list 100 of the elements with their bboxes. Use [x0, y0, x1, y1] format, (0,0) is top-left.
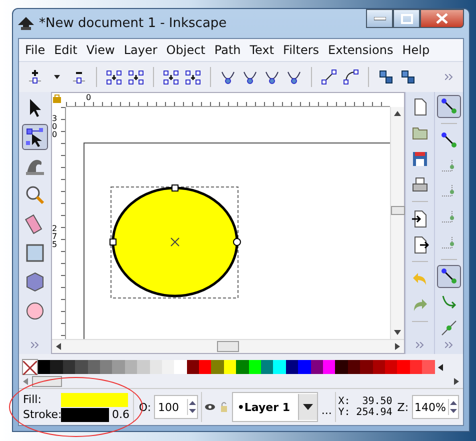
menu-item[interactable]: Object	[166, 43, 206, 57]
color-swatch[interactable]	[50, 360, 63, 374]
scroll-left-icon[interactable]	[56, 343, 61, 350]
color-swatch[interactable]	[372, 360, 385, 374]
zoom-field[interactable]: 140%	[412, 395, 459, 419]
menu-item[interactable]: Extensions	[328, 43, 394, 57]
x-label: X:	[338, 396, 350, 407]
color-swatch[interactable]	[38, 360, 50, 374]
color-swatch[interactable]	[100, 360, 112, 374]
menu-item[interactable]: View	[86, 43, 115, 57]
maximize-button[interactable]	[393, 9, 420, 28]
color-swatch[interactable]	[397, 360, 410, 374]
color-swatch[interactable]	[273, 360, 286, 374]
paint-swatch[interactable]	[61, 408, 109, 422]
ruler-label: 275	[52, 225, 58, 249]
scroll-thumb[interactable]	[217, 341, 239, 352]
y-coordinate: 254.94	[355, 407, 392, 418]
close-button[interactable]	[420, 9, 464, 28]
menu-item[interactable]: Path	[214, 43, 241, 57]
palette-menu-icon[interactable]	[438, 364, 442, 370]
window-title: *New document 1 - Inkscape	[39, 16, 227, 31]
color-swatch[interactable]	[174, 360, 187, 374]
color-swatch[interactable]	[224, 360, 236, 374]
color-swatch[interactable]	[322, 360, 336, 374]
ruler-label: 0	[86, 93, 92, 102]
color-swatch[interactable]	[211, 360, 224, 374]
color-swatch[interactable]	[75, 360, 88, 374]
magnifier-icon	[24, 184, 46, 206]
color-swatch[interactable]	[112, 360, 125, 374]
eye-icon[interactable]	[204, 402, 216, 412]
color-swatch[interactable]	[360, 360, 373, 374]
snap-nodes-icon	[440, 97, 458, 116]
color-swatch[interactable]	[137, 360, 150, 374]
menu-item[interactable]: Filters	[283, 43, 320, 57]
scroll-right-icon[interactable]	[454, 378, 459, 385]
color-swatch[interactable]	[124, 360, 138, 374]
color-swatch[interactable]	[62, 360, 76, 374]
node-handle[interactable]	[233, 238, 241, 246]
no-color-swatch[interactable]	[22, 359, 38, 375]
color-swatch[interactable]	[88, 360, 100, 374]
color-swatch[interactable]	[186, 360, 200, 374]
x-coordinate: 39.50	[361, 396, 392, 407]
color-swatch[interactable]	[261, 360, 274, 374]
menu-item[interactable]: Help	[402, 43, 430, 57]
scroll-right-icon[interactable]	[395, 343, 400, 350]
stroke-width: 0.6	[112, 408, 130, 421]
color-swatch[interactable]	[162, 360, 174, 374]
vertical-scrollbar[interactable]	[390, 107, 404, 339]
circle-icon	[24, 300, 46, 322]
node-tool-button[interactable]	[22, 124, 48, 150]
snap-toggle-button[interactable]	[437, 265, 461, 288]
app-logo-icon	[18, 16, 34, 30]
color-swatch[interactable]	[248, 360, 262, 374]
menu-item[interactable]: Edit	[54, 43, 78, 57]
overflow-icon[interactable]	[416, 342, 424, 348]
curved-arrow-icon	[440, 293, 458, 312]
paint-label: Stroke:	[23, 408, 61, 421]
caret-icon	[303, 404, 314, 410]
menu-item[interactable]: File	[25, 43, 46, 57]
opacity-field[interactable]: 100	[154, 395, 198, 419]
line-node-icon	[440, 318, 458, 337]
color-swatch[interactable]	[348, 360, 360, 374]
node-handle[interactable]	[110, 238, 116, 246]
spin-arrows-icon[interactable]	[187, 399, 198, 415]
color-swatch[interactable]	[298, 360, 311, 374]
maximize-icon	[400, 14, 412, 24]
color-swatch[interactable]	[199, 360, 212, 374]
color-swatch[interactable]	[384, 360, 398, 374]
color-swatch[interactable]	[286, 360, 298, 374]
color-swatch[interactable]	[410, 360, 422, 374]
center-mark-icon	[170, 238, 180, 246]
overflow-icon[interactable]	[445, 342, 453, 348]
node-handle[interactable]	[172, 184, 178, 192]
cube-icon	[24, 271, 46, 293]
layer-menu-button[interactable]: ...	[321, 404, 332, 417]
color-swatch[interactable]	[422, 360, 434, 374]
color-swatch[interactable]	[236, 360, 249, 374]
scroll-thumb[interactable]	[32, 376, 62, 387]
overflow-icon[interactable]	[31, 342, 39, 348]
snap-nodes-icon	[440, 131, 458, 150]
minimize-button[interactable]	[366, 9, 393, 28]
menu-item[interactable]: Text	[250, 43, 274, 57]
save-icon	[411, 150, 429, 168]
color-swatch[interactable]	[335, 360, 348, 374]
color-swatch[interactable]	[150, 360, 162, 374]
color-swatch[interactable]	[310, 360, 323, 374]
layer-dropdown[interactable]: •Layer 1	[232, 392, 318, 422]
spin-arrows-icon[interactable]	[448, 399, 458, 415]
snap-toggle-button[interactable]	[437, 95, 461, 118]
horizontal-scrollbar[interactable]	[52, 339, 404, 353]
scroll-down-icon[interactable]	[394, 330, 401, 335]
paint-label: Fill:	[23, 393, 42, 406]
menu-item[interactable]: Layer	[124, 43, 158, 57]
node-pointer-icon	[24, 126, 46, 148]
ruler-label: 300	[52, 115, 58, 139]
overflow-icon[interactable]	[445, 74, 453, 80]
scroll-thumb[interactable]	[390, 206, 404, 215]
import-icon	[411, 210, 429, 228]
scroll-up-icon[interactable]	[394, 111, 401, 116]
paint-swatch[interactable]	[61, 392, 128, 406]
